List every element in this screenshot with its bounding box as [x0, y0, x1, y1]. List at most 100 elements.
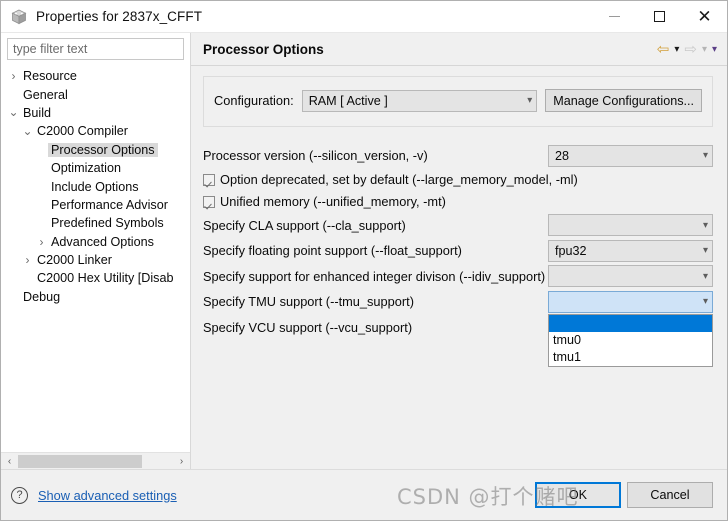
combo-specify-tmu-support-tmu-support[interactable]: ▾ — [548, 290, 713, 313]
tree-item-processor-options[interactable]: Processor Options — [1, 141, 190, 159]
chevron-right-icon[interactable]: › — [7, 69, 20, 83]
tree-item-include-options[interactable]: Include Options — [1, 177, 190, 195]
minimize-button[interactable] — [592, 1, 637, 33]
tree-item-label: Advanced Options — [51, 234, 154, 249]
manage-configurations-button[interactable]: Manage Configurations... — [545, 89, 702, 112]
option-row-option-deprecated-set-by-default-large-m: Option deprecated, set by default (--lar… — [203, 169, 713, 191]
ok-button[interactable]: OK — [535, 482, 621, 508]
tree-item-general[interactable]: General — [1, 85, 190, 103]
tree-item-label: C2000 Linker — [37, 253, 112, 268]
view-menu-caret[interactable]: ▾ — [712, 44, 717, 55]
chevron-right-icon[interactable]: › — [21, 253, 34, 267]
tree-horizontal-scrollbar[interactable]: ‹ › — [1, 452, 190, 470]
help-icon[interactable]: ? — [11, 486, 28, 504]
tree-item-label: Processor Options — [48, 142, 158, 157]
tree-item-advanced-options[interactable]: › Advanced Options — [1, 233, 190, 251]
tree-item-c2000-linker[interactable]: › C2000 Linker — [1, 251, 190, 269]
maximize-button[interactable] — [637, 1, 682, 33]
back-arrow-icon[interactable]: ⇦ — [657, 40, 670, 58]
filter-input[interactable] — [7, 38, 184, 60]
configuration-group: Configuration: RAM [ Active ] ▾ Manage C… — [203, 76, 713, 127]
tree-item-c2000-compiler[interactable]: ⌄ C2000 Compiler — [1, 122, 190, 140]
dialog-body: ›ResourceGeneral⌄Build⌄C2000 CompilerPro… — [1, 33, 727, 470]
close-button[interactable]: ✕ — [682, 1, 727, 33]
combo-value: fpu32 — [555, 243, 587, 258]
options-list: Processor version (--silicon_version, -v… — [203, 143, 713, 340]
tree-item-resource[interactable]: › Resource — [1, 67, 190, 85]
configuration-row: Configuration: RAM [ Active ] ▾ Manage C… — [214, 89, 702, 112]
configuration-label: Configuration: — [214, 93, 294, 108]
tree-item-label: Predefined Symbols — [51, 216, 164, 231]
tree-item-predefined-symbols[interactable]: Predefined Symbols — [1, 214, 190, 232]
forward-arrow-icon: ⇨ — [684, 41, 697, 58]
window-title: Properties for 2837x_CFFT — [36, 9, 203, 24]
option-row-specify-support-for-enhanced-integer-div: Specify support for enhanced integer div… — [203, 264, 713, 290]
tree-item-label: C2000 Hex Utility [Disab — [37, 271, 174, 286]
tree-item-c2000-hex-utility-disab[interactable]: C2000 Hex Utility [Disab — [1, 269, 190, 287]
chevron-down-icon[interactable]: ⌄ — [7, 106, 20, 118]
chevron-down-icon: ▾ — [702, 245, 708, 257]
option-label: Unified memory (--unified_memory, -mt) — [220, 194, 446, 209]
configuration-combo[interactable]: RAM [ Active ] ▾ — [301, 89, 538, 112]
cancel-button[interactable]: Cancel — [627, 482, 713, 508]
option-row-processor-version-silicon-version-v: Processor version (--silicon_version, -v… — [203, 143, 713, 169]
window-controls: ✕ — [592, 1, 727, 33]
filter-container — [1, 33, 190, 64]
option-label: Specify TMU support (--tmu_support) — [203, 294, 414, 310]
tree-item-debug[interactable]: Debug — [1, 288, 190, 306]
option-row-specify-cla-support-cla-support: Specify CLA support (--cla_support) ▾ — [203, 213, 713, 239]
option-label: Specify floating point support (--float_… — [203, 243, 462, 259]
back-menu-caret[interactable]: ▾ — [674, 44, 679, 55]
show-advanced-settings-link[interactable]: Show advanced settings — [38, 488, 177, 503]
tree-item-label: C2000 Compiler — [37, 124, 128, 139]
chevron-right-icon[interactable]: › — [35, 235, 48, 249]
option-label: Specify CLA support (--cla_support) — [203, 217, 406, 233]
scrollbar-thumb[interactable] — [18, 454, 142, 468]
tree-item-label: Optimization — [51, 161, 121, 176]
project-cube-icon — [10, 8, 28, 26]
option-label: Specify support for enhanced integer div… — [203, 268, 546, 284]
processor-options-pane: Processor Options ⇦ ▾ ⇨ ▾ ▾ Configuration: R… — [191, 33, 727, 469]
combo-specify-support-for-enhanced-integer-div[interactable]: ▾ — [548, 265, 713, 288]
dropdown-item-tmu1[interactable]: tmu1 — [549, 349, 712, 366]
pane-toolbar: ⇦ ▾ ⇨ ▾ ▾ — [657, 40, 717, 58]
checkbox-unified-memory-unified-memory-mt[interactable] — [203, 195, 215, 208]
page-title: Processor Options — [203, 41, 324, 57]
option-label: Specify VCU support (--vcu_support) — [203, 319, 413, 335]
chevron-down-icon: ▾ — [702, 270, 708, 282]
chevron-down-icon: ▾ — [527, 95, 533, 106]
tmu-support-dropdown-list[interactable]: tmu0 tmu1 — [548, 313, 713, 367]
scroll-left-arrow-icon[interactable]: ‹ — [1, 453, 18, 470]
combo-value: 28 — [555, 148, 570, 163]
pane-content: Configuration: RAM [ Active ] ▾ Manage C… — [191, 66, 727, 469]
dropdown-item-tmu0[interactable]: tmu0 — [549, 332, 712, 349]
tree-item-performance-advisor[interactable]: Performance Advisor — [1, 196, 190, 214]
combo-specify-cla-support-cla-support[interactable]: ▾ — [548, 214, 713, 237]
dialog-footer: ? Show advanced settings OK Cancel — [1, 469, 727, 520]
option-row-unified-memory-unified-memory-mt: Unified memory (--unified_memory, -mt) — [203, 191, 713, 213]
footer-buttons: OK Cancel — [535, 482, 713, 508]
tree-item-optimization[interactable]: Optimization — [1, 159, 190, 177]
tree-item-label: Include Options — [51, 179, 139, 194]
title-bar: Properties for 2837x_CFFT ✕ — [1, 1, 727, 33]
option-row-specify-floating-point-support-float-sup: Specify floating point support (--float_… — [203, 238, 713, 264]
chevron-down-icon: ▾ — [702, 296, 708, 308]
scroll-right-arrow-icon[interactable]: › — [173, 453, 190, 470]
configuration-value: RAM [ Active ] — [308, 93, 388, 108]
option-label: Option deprecated, set by default (--lar… — [220, 172, 578, 187]
checkbox-option-deprecated-set-by-default-large-m[interactable] — [203, 173, 215, 186]
properties-dialog: Properties for 2837x_CFFT ✕ ›ResourceGen… — [0, 0, 728, 521]
tree-item-label: Resource — [23, 69, 77, 84]
pane-header: Processor Options ⇦ ▾ ⇨ ▾ ▾ — [191, 33, 727, 66]
chevron-down-icon: ▾ — [702, 150, 708, 162]
combo-specify-floating-point-support-float-sup[interactable]: fpu32 ▾ — [548, 239, 713, 262]
combo-processor-version-silicon-version-v[interactable]: 28 ▾ — [548, 144, 713, 167]
option-label: Processor version (--silicon_version, -v… — [203, 148, 428, 164]
tree-item-label: Build — [23, 105, 52, 120]
scrollbar-track[interactable] — [18, 452, 173, 470]
settings-tree[interactable]: › Resource General ⌄ Build ⌄ C2000 Compiler Pro… — [1, 64, 190, 452]
chevron-down-icon: ▾ — [702, 219, 708, 231]
tree-item-build[interactable]: ⌄ Build — [1, 104, 190, 122]
dropdown-item-blank[interactable] — [549, 314, 712, 332]
chevron-down-icon[interactable]: ⌄ — [21, 125, 34, 137]
